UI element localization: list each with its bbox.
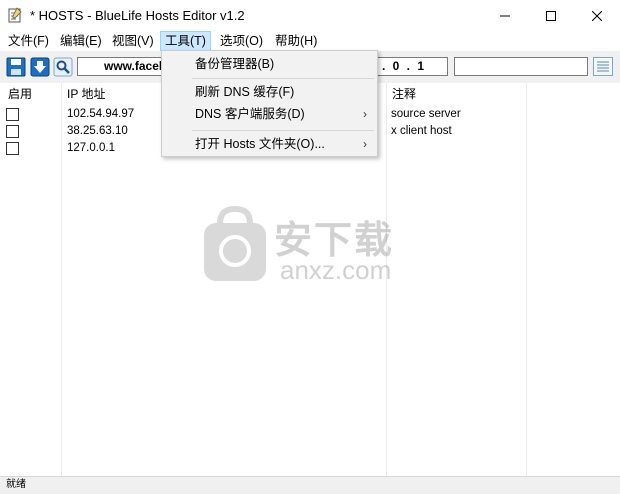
menu-edit[interactable]: 编辑(E) <box>56 32 106 50</box>
header-ip[interactable]: IP 地址 <box>61 83 161 105</box>
header-comment[interactable]: 注释 <box>386 83 526 105</box>
shopping-bag-icon <box>204 205 266 281</box>
ip-cell: 127.0.0.1 <box>67 142 115 154</box>
menu-file[interactable]: 文件(F) <box>4 32 53 50</box>
maximize-button[interactable] <box>528 0 574 31</box>
menu-options[interactable]: 选项(O) <box>216 32 267 50</box>
menu-item-flush-dns[interactable]: 刷新 DNS 缓存(F) <box>162 81 377 103</box>
status-text: 就绪 <box>6 479 26 490</box>
title-bar: * HOSTS - BlueLife Hosts Editor v1.2 <box>0 0 620 31</box>
notepad-icon <box>8 7 22 23</box>
ip-cell: 102.54.94.97 <box>67 108 135 120</box>
menu-item-label: 打开 Hosts 文件夹(O)... <box>195 137 325 151</box>
chevron-right-icon: › <box>363 137 367 151</box>
status-bar: 就绪 <box>0 476 620 494</box>
menu-item-label: 备份管理器(B) <box>195 57 275 71</box>
menu-view[interactable]: 视图(V) <box>108 32 158 50</box>
window-title: * HOSTS - BlueLife Hosts Editor v1.2 <box>30 8 245 23</box>
tools-dropdown-menu: 备份管理器(B) 刷新 DNS 缓存(F) DNS 客户端服务(D) › 打开 … <box>161 50 378 157</box>
menu-help[interactable]: 帮助(H) <box>271 32 321 50</box>
menu-item-open-hosts-folder[interactable]: 打开 Hosts 文件夹(O)... › <box>162 133 377 155</box>
enable-checkbox[interactable] <box>6 142 19 155</box>
search-icon[interactable] <box>53 57 73 77</box>
menu-item-backup-manager[interactable]: 备份管理器(B) <box>162 53 377 75</box>
close-icon <box>592 10 602 21</box>
chevron-right-icon: › <box>363 107 367 121</box>
comment-input[interactable] <box>454 57 588 76</box>
menu-item-dns-client-service[interactable]: DNS 客户端服务(D) › <box>162 103 377 125</box>
ip-cell: 38.25.63.10 <box>67 125 128 137</box>
comment-cell: source server <box>391 108 461 120</box>
enable-checkbox[interactable] <box>6 125 19 138</box>
list-view-icon[interactable] <box>593 57 613 76</box>
hostname-input[interactable]: www.facel <box>77 57 163 76</box>
menu-tools[interactable]: 工具(T) <box>160 31 211 51</box>
close-button[interactable] <box>574 0 620 31</box>
ip-address-input[interactable]: . 0 . 1 <box>378 57 448 76</box>
menu-item-label: DNS 客户端服务(D) <box>195 107 305 121</box>
menu-item-label: 刷新 DNS 缓存(F) <box>195 85 295 99</box>
watermark: 安下载 anxz.com <box>200 205 420 285</box>
minimize-icon <box>500 15 510 16</box>
download-icon[interactable] <box>30 57 50 77</box>
save-icon[interactable] <box>6 57 26 77</box>
enable-checkbox[interactable] <box>6 108 19 121</box>
menu-bar: 文件(F) 编辑(E) 视图(V) 工具(T) 选项(O) 帮助(H) <box>0 31 620 51</box>
header-enabled[interactable]: 启用 <box>2 83 61 105</box>
maximize-icon <box>546 10 556 21</box>
comment-cell: x client host <box>391 125 452 137</box>
minimize-button[interactable] <box>482 0 528 31</box>
watermark-domain: anxz.com <box>280 255 392 285</box>
